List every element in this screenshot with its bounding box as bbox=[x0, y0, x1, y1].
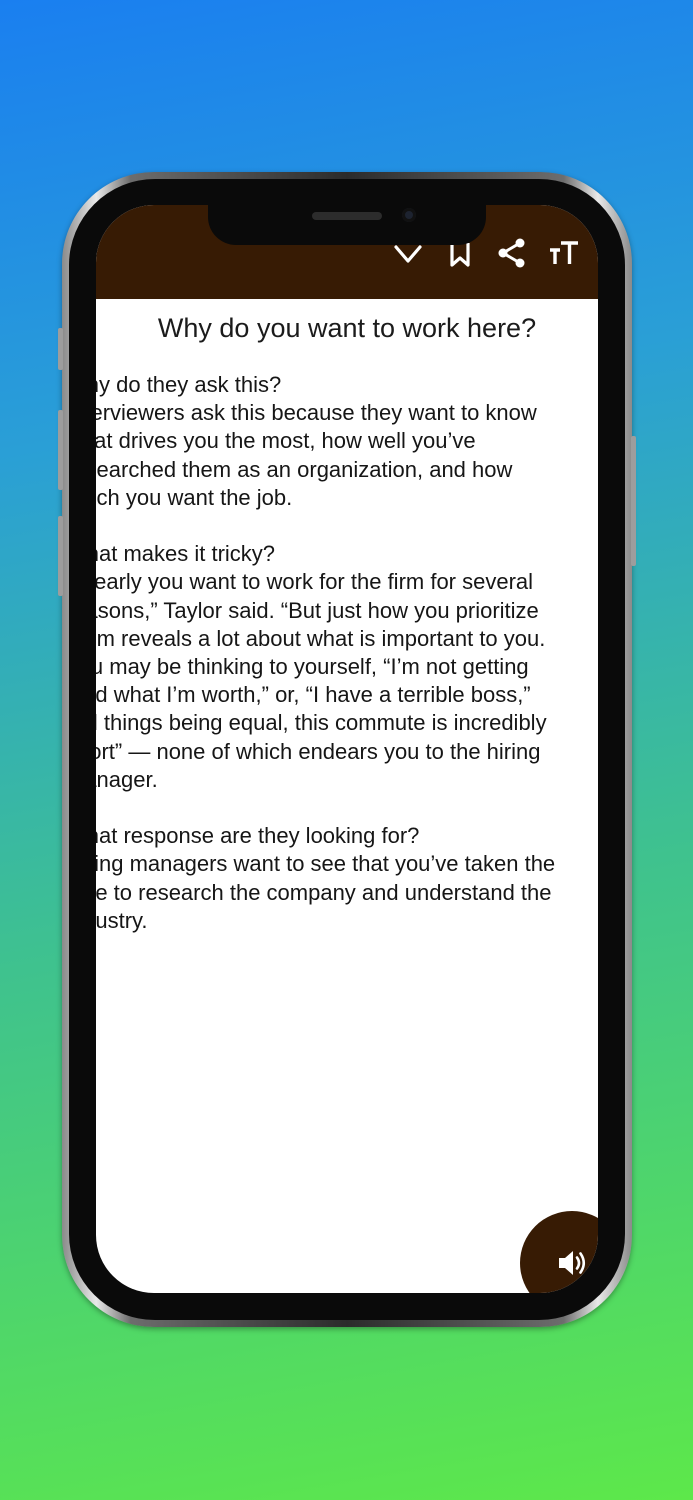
article-line: paid what I’m worth,” or, “I have a terr… bbox=[96, 682, 531, 708]
article-line: Why do they ask this? bbox=[96, 372, 282, 397]
read-aloud-button[interactable] bbox=[520, 1211, 598, 1293]
article-line: industry. bbox=[96, 907, 148, 933]
article-line: reasons,” Taylor said. “But just how you… bbox=[96, 597, 539, 623]
article-line: “Clearly you want to work for the firm f… bbox=[96, 569, 534, 595]
article-line: You may be thinking to yourself, “I’m no… bbox=[96, 654, 529, 680]
text-size-icon bbox=[550, 241, 578, 264]
article-content: Why do you want to work here? Why do the… bbox=[96, 299, 598, 1293]
article-line: short” — none of which endears you to th… bbox=[96, 738, 541, 764]
app-screen: Why do you want to work here? Why do the… bbox=[96, 205, 598, 1293]
power-button bbox=[631, 436, 636, 566]
article-line: researched them as an organization, and … bbox=[96, 456, 513, 482]
silent-switch bbox=[58, 328, 63, 370]
earpiece-speaker bbox=[312, 212, 382, 220]
article-line: much you want the job. bbox=[96, 484, 293, 510]
speaker-icon bbox=[559, 1251, 586, 1275]
article-line: Hiring managers want to see that you’ve … bbox=[96, 851, 556, 877]
volume-up-button bbox=[58, 410, 63, 490]
share-icon bbox=[498, 238, 525, 268]
article-line: what drives you the most, how well you’v… bbox=[96, 428, 476, 454]
article-line: What response are they looking for? bbox=[96, 823, 420, 849]
share-button[interactable] bbox=[494, 235, 530, 271]
device-notch bbox=[208, 205, 486, 245]
article-line: Interviewers ask this because they want … bbox=[96, 400, 537, 426]
article-title: Why do you want to work here? bbox=[157, 313, 537, 343]
text-size-button[interactable] bbox=[546, 235, 582, 271]
article-line: “All things being equal, this commute is… bbox=[96, 710, 547, 736]
article-body: Why do they ask this? Interviewers ask th… bbox=[96, 371, 598, 935]
article-line: manager. bbox=[96, 766, 158, 792]
article-line: time to research the company and underst… bbox=[96, 879, 552, 905]
article-line: What makes it tricky? bbox=[96, 541, 276, 567]
article-line: them reveals a lot about what is importa… bbox=[96, 625, 546, 651]
volume-down-button bbox=[58, 516, 63, 596]
front-camera bbox=[402, 208, 416, 222]
